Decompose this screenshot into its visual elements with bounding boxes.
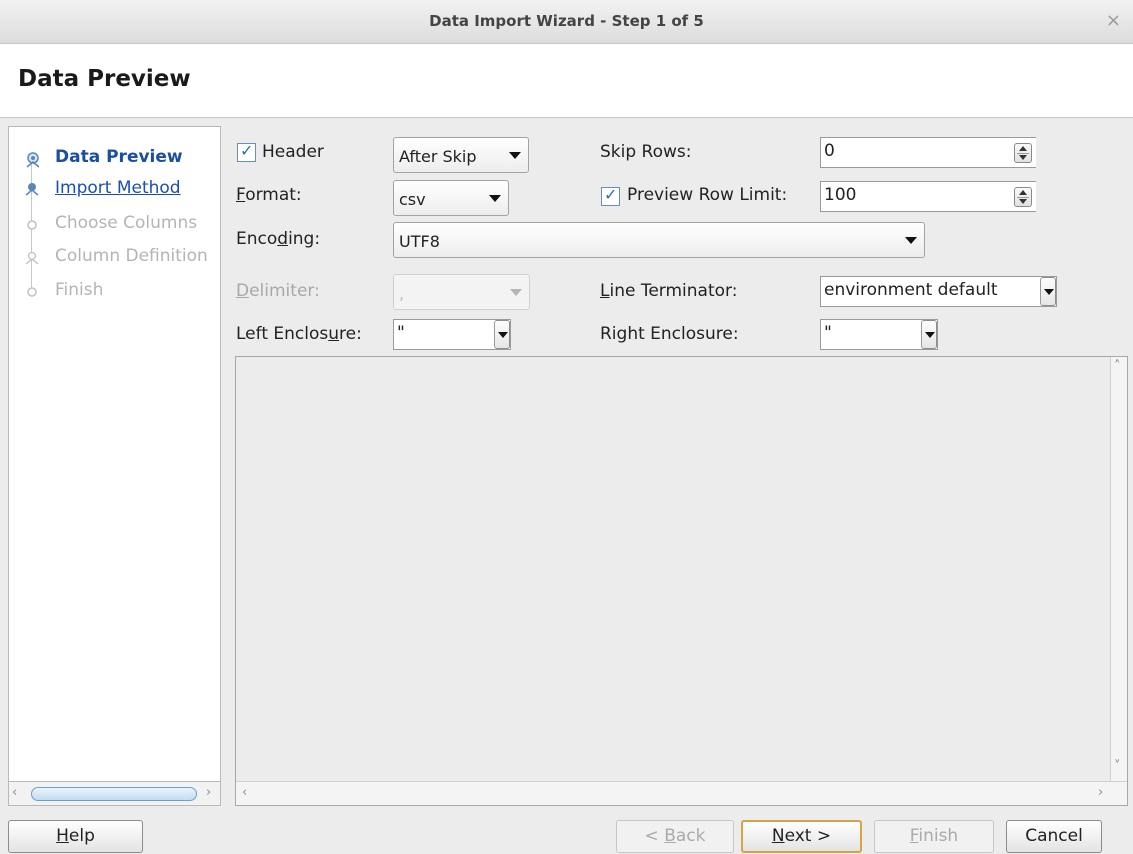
preview-vertical-scrollbar[interactable]: ˄ ˅ (1110, 357, 1127, 781)
step-node-icon (27, 287, 37, 297)
scroll-left-icon[interactable]: ‹ (242, 785, 247, 800)
help-button[interactable]: Help (8, 820, 143, 853)
scroll-down-icon[interactable]: ˅ (1114, 759, 1121, 774)
chevron-down-icon (905, 237, 917, 244)
check-icon: ✓ (240, 141, 254, 160)
step-column-definition: Column Definition (55, 246, 208, 266)
encoding-label: Encoding: (236, 229, 321, 249)
chevron-down-icon (509, 152, 521, 159)
scroll-up-icon[interactable]: ˄ (1114, 359, 1121, 374)
skip-rows-value: 0 (824, 141, 835, 161)
delimiter-value: , (399, 284, 405, 303)
step-data-preview[interactable]: Data Preview (55, 147, 183, 167)
data-preview-area[interactable] (235, 356, 1128, 806)
title-bar: Data Import Wizard - Step 1 of 5 × (0, 0, 1133, 44)
back-button: < Back (616, 820, 734, 853)
delimiter-select: , (393, 274, 530, 310)
chevron-down-icon (489, 195, 501, 202)
spinner-icon[interactable] (1014, 143, 1032, 163)
chevron-down-icon[interactable] (494, 320, 510, 349)
chevron-down-icon[interactable] (1040, 277, 1056, 306)
skip-rows-spinner[interactable]: 0 (820, 137, 1036, 168)
scroll-right-icon[interactable]: › (1098, 785, 1103, 800)
header-mode-value: After Skip (399, 147, 477, 166)
finish-button: Finish (874, 820, 994, 853)
skip-rows-label: Skip Rows: (600, 142, 692, 162)
delimiter-label: Delimiter: (236, 281, 320, 301)
preview-row-limit-value: 100 (824, 185, 857, 205)
header-mode-select[interactable]: After Skip (393, 137, 529, 173)
line-terminator-value: environment default (824, 280, 998, 300)
step-node-icon (27, 220, 37, 230)
wizard-header: Data Preview (0, 44, 1133, 118)
header-label: Header (262, 142, 324, 162)
current-step-icon (26, 152, 40, 168)
scroll-right-icon[interactable]: › (206, 785, 211, 800)
right-enclosure-label: Right Enclosure: (600, 324, 739, 344)
scroll-thumb[interactable] (31, 787, 197, 801)
check-icon: ✓ (604, 185, 618, 204)
close-icon[interactable]: × (1106, 10, 1121, 31)
format-select[interactable]: csv (393, 180, 509, 216)
line-terminator-label: Line Terminator: (600, 281, 738, 301)
left-enclosure-combo[interactable]: " (393, 319, 511, 350)
preview-row-limit-spinner[interactable]: 100 (820, 181, 1036, 212)
line-terminator-combo[interactable]: environment default (820, 276, 1057, 307)
preview-row-limit-label: Preview Row Limit: (627, 185, 788, 205)
header-checkbox[interactable]: ✓ (237, 141, 256, 162)
cancel-button[interactable]: Cancel (1006, 820, 1102, 853)
format-label: Format: (236, 185, 302, 205)
encoding-value: UTF8 (399, 232, 440, 251)
step-finish: Finish (55, 280, 104, 300)
spinner-icon[interactable] (1014, 187, 1032, 207)
chevron-down-icon[interactable] (921, 320, 937, 349)
chevron-down-icon (510, 289, 522, 296)
page-title: Data Preview (18, 66, 191, 92)
encoding-select[interactable]: UTF8 (393, 222, 925, 258)
window-title: Data Import Wizard - Step 1 of 5 (429, 12, 704, 30)
next-button[interactable]: Next > (741, 820, 862, 853)
preview-horizontal-scrollbar[interactable]: ‹ › (236, 781, 1127, 805)
right-enclosure-combo[interactable]: " (820, 319, 938, 350)
preview-row-limit-checkbox[interactable]: ✓ (601, 185, 620, 206)
steps-horizontal-scrollbar[interactable]: ‹ › (8, 781, 221, 806)
left-enclosure-value: " (397, 323, 405, 343)
left-enclosure-label: Left Enclosure: (236, 324, 362, 344)
right-enclosure-value: " (824, 323, 832, 343)
format-value: csv (399, 190, 426, 209)
scroll-left-icon[interactable]: ‹ (12, 785, 17, 800)
step-import-method[interactable]: Import Method (55, 178, 181, 198)
step-node-icon (25, 251, 39, 265)
step-choose-columns: Choose Columns (55, 213, 198, 233)
step-node-icon (25, 183, 39, 196)
steps-panel: Data Preview Import Method Choose Column… (8, 126, 221, 806)
